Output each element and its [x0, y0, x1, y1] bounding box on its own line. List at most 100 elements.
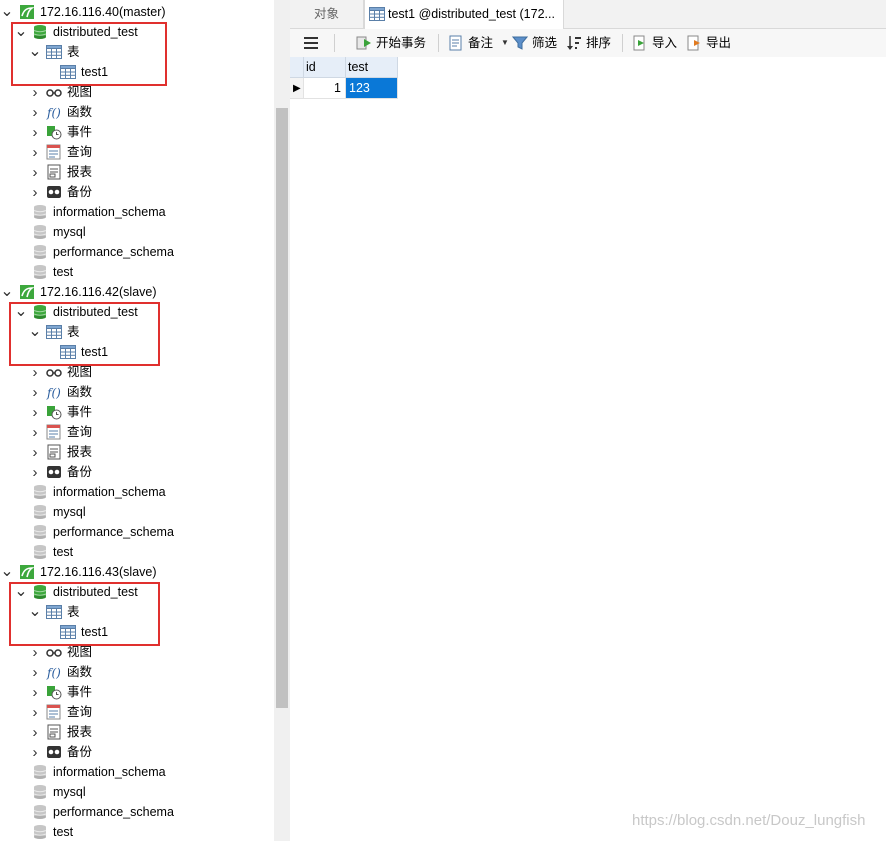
- node-queries[interactable]: › 查询: [0, 142, 274, 162]
- scrollbar-thumb[interactable]: [276, 108, 288, 708]
- chevron-right-icon[interactable]: ›: [30, 702, 40, 722]
- node-functions[interactable]: › f() 函数: [0, 102, 274, 122]
- navigation-scrollbar[interactable]: [274, 0, 290, 841]
- node-reports-label: 报表: [67, 165, 93, 179]
- server-node[interactable]: ⌄ 172.16.116.43(slave): [0, 562, 274, 582]
- highlight-box: [9, 582, 160, 646]
- chevron-down-icon[interactable]: ⌄: [0, 282, 13, 302]
- tab-table-test1[interactable]: test1 @distributed_test (172...: [364, 0, 564, 29]
- server-node[interactable]: ⌄ 172.16.116.40(master): [0, 2, 274, 22]
- column-header-test[interactable]: test: [346, 57, 398, 78]
- backup-icon: [46, 744, 62, 760]
- note-button[interactable]: 备注 ▼: [448, 29, 509, 57]
- filter-icon: [512, 36, 528, 50]
- chevron-down-icon[interactable]: ⌄: [0, 2, 13, 22]
- node-reports[interactable]: › 报表: [0, 442, 274, 462]
- begin-transaction-button[interactable]: 开始事务: [356, 29, 426, 57]
- chevron-right-icon[interactable]: ›: [30, 442, 40, 462]
- database-icon: [32, 264, 48, 280]
- function-icon: f(): [46, 664, 62, 680]
- tab-objects[interactable]: 对象: [290, 0, 364, 28]
- event-icon: [46, 684, 62, 700]
- import-button[interactable]: 导入: [632, 29, 677, 57]
- node-events[interactable]: › 事件: [0, 122, 274, 142]
- database-node[interactable]: test: [0, 822, 274, 841]
- sort-label: 排序: [586, 36, 612, 50]
- export-button[interactable]: 导出: [686, 29, 731, 57]
- chevron-right-icon[interactable]: ›: [30, 462, 40, 482]
- chevron-right-icon[interactable]: ›: [30, 402, 40, 422]
- navigation-pane: ⌄ 172.16.116.40(master) ⌄ distributed_test ⌄…: [0, 0, 274, 841]
- node-reports[interactable]: › 报表: [0, 162, 274, 182]
- main-area: 对象 test1 @distributed_test (172... 开始事务 …: [290, 0, 886, 841]
- database-node[interactable]: mysql: [0, 502, 274, 522]
- node-queries[interactable]: › 查询: [0, 422, 274, 442]
- database-node[interactable]: information_schema: [0, 482, 274, 502]
- node-events[interactable]: › 事件: [0, 682, 274, 702]
- node-queries-label: 查询: [67, 145, 93, 159]
- database-node[interactable]: mysql: [0, 222, 274, 242]
- server-node-label: 172.16.116.40(master): [40, 5, 166, 19]
- filter-label: 筛选: [532, 36, 558, 50]
- database-node-label: mysql: [53, 785, 86, 799]
- filter-button[interactable]: 筛选: [512, 29, 557, 57]
- grid-cell-test[interactable]: 123: [346, 78, 398, 99]
- sort-button[interactable]: 排序: [566, 29, 611, 57]
- toolbar: 开始事务 备注 ▼ 筛选 排序 导入 导出: [290, 29, 886, 57]
- database-node[interactable]: information_schema: [0, 762, 274, 782]
- node-backups-label: 备份: [67, 185, 93, 199]
- chevron-right-icon[interactable]: ›: [30, 722, 40, 742]
- database-node[interactable]: performance_schema: [0, 802, 274, 822]
- node-functions-label: 函数: [67, 105, 93, 119]
- chevron-right-icon[interactable]: ›: [30, 182, 40, 202]
- node-queries-label: 查询: [67, 705, 93, 719]
- table-icon: [369, 7, 385, 21]
- chevron-right-icon[interactable]: ›: [30, 662, 40, 682]
- database-node-label: test: [53, 265, 74, 279]
- chevron-down-icon[interactable]: ⌄: [0, 562, 13, 582]
- event-icon: [46, 124, 62, 140]
- grid-cell-id[interactable]: 1: [304, 78, 346, 99]
- database-node[interactable]: performance_schema: [0, 242, 274, 262]
- node-functions[interactable]: › f() 函数: [0, 382, 274, 402]
- menu-button[interactable]: [304, 29, 318, 57]
- database-icon: [32, 224, 48, 240]
- tab-bar: 对象 test1 @distributed_test (172...: [290, 0, 886, 29]
- chevron-right-icon[interactable]: ›: [30, 422, 40, 442]
- row-indicator[interactable]: ▶: [290, 78, 304, 99]
- chevron-right-icon[interactable]: ›: [30, 162, 40, 182]
- server-node[interactable]: ⌄ 172.16.116.42(slave): [0, 282, 274, 302]
- database-node[interactable]: performance_schema: [0, 522, 274, 542]
- chevron-right-icon[interactable]: ›: [30, 382, 40, 402]
- server-icon: [19, 284, 35, 300]
- chevron-right-icon[interactable]: ›: [30, 102, 40, 122]
- node-reports[interactable]: › 报表: [0, 722, 274, 742]
- chevron-right-icon[interactable]: ›: [30, 142, 40, 162]
- import-icon: [633, 35, 645, 51]
- node-functions-label: 函数: [67, 665, 93, 679]
- node-backups-label: 备份: [67, 745, 93, 759]
- database-node[interactable]: mysql: [0, 782, 274, 802]
- node-queries[interactable]: › 查询: [0, 702, 274, 722]
- node-backups[interactable]: › 备份: [0, 742, 274, 762]
- database-node[interactable]: information_schema: [0, 202, 274, 222]
- chevron-right-icon[interactable]: ›: [30, 122, 40, 142]
- node-backups[interactable]: › 备份: [0, 462, 274, 482]
- toolbar-separator: [438, 34, 439, 52]
- backup-icon: [46, 184, 62, 200]
- import-label: 导入: [652, 36, 678, 50]
- database-node[interactable]: test: [0, 542, 274, 562]
- chevron-right-icon[interactable]: ›: [30, 682, 40, 702]
- toolbar-separator: [334, 34, 335, 52]
- export-label: 导出: [706, 36, 732, 50]
- view-icon: [46, 364, 62, 380]
- database-node[interactable]: test: [0, 262, 274, 282]
- column-header-id[interactable]: id: [304, 57, 346, 78]
- node-backups[interactable]: › 备份: [0, 182, 274, 202]
- database-node-label: test: [53, 825, 74, 839]
- database-icon: [32, 764, 48, 780]
- database-icon: [32, 784, 48, 800]
- node-functions[interactable]: › f() 函数: [0, 662, 274, 682]
- node-events[interactable]: › 事件: [0, 402, 274, 422]
- chevron-right-icon[interactable]: ›: [30, 742, 40, 762]
